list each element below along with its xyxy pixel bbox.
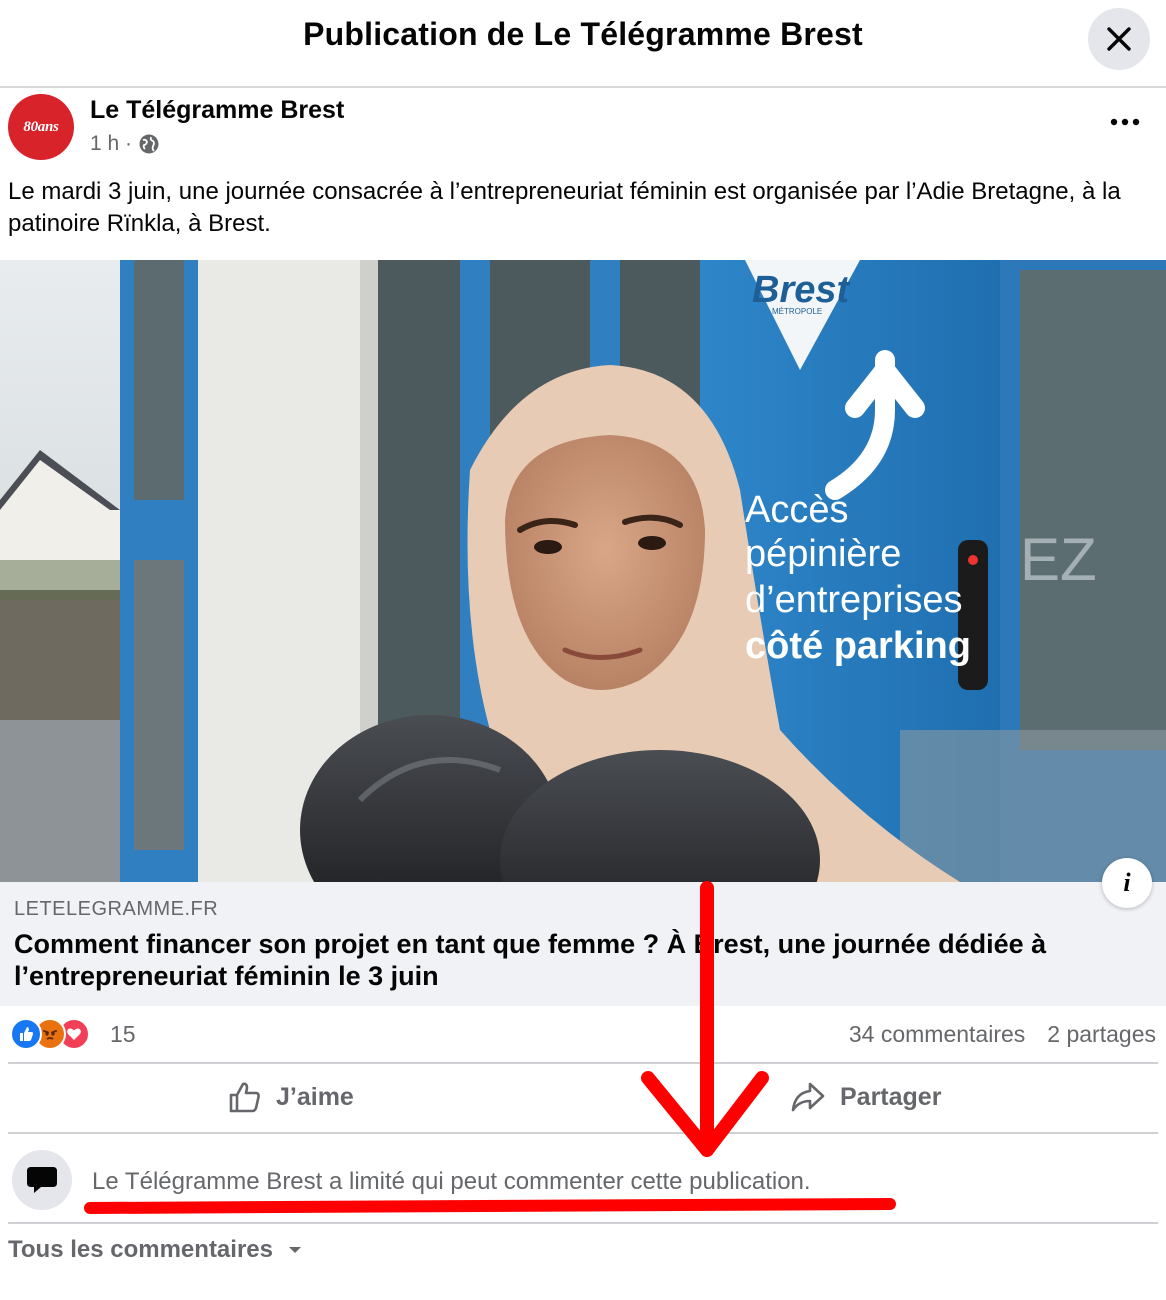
close-button[interactable] xyxy=(1088,8,1150,70)
comment-restriction-text: Le Télégramme Brest a limité qui peut co… xyxy=(92,1168,811,1195)
post-options-button[interactable] xyxy=(1110,112,1140,132)
more-dots-icon xyxy=(1110,118,1140,126)
link-caption[interactable]: LETELEGRAMME.FR Comment financer son pro… xyxy=(0,882,1166,1006)
post-header: 80ans Le Télégramme Brest 1 h · xyxy=(0,90,1166,170)
divider xyxy=(8,1062,1158,1064)
page-name-link[interactable]: Le Télégramme Brest xyxy=(90,96,344,125)
shares-count-link[interactable]: 2 partages xyxy=(1047,1021,1156,1048)
sign-brand-text: Brest xyxy=(752,269,850,311)
engagement-stats: 34 commentaires 2 partages xyxy=(849,1021,1156,1048)
caret-down-icon xyxy=(288,1247,301,1253)
sign-line-3: d’entreprises xyxy=(745,579,963,621)
thumbs-up-icon xyxy=(229,1082,260,1113)
link-preview-image[interactable]: Brest MÉTROPOLE Accès pépinière d’entrep… xyxy=(0,260,1166,882)
like-label: J’aime xyxy=(276,1082,354,1111)
dialog-title: Publication de Le Télégramme Brest xyxy=(303,16,863,52)
page-avatar[interactable]: 80ans xyxy=(8,94,74,160)
like-button[interactable]: J’aime xyxy=(228,1080,354,1114)
comment-restriction-notice: Le Télégramme Brest a limité qui peut co… xyxy=(0,1140,1166,1220)
comments-filter-dropdown[interactable]: Tous les commentaires xyxy=(8,1236,303,1264)
globe-icon xyxy=(139,134,159,154)
link-domain: LETELEGRAMME.FR xyxy=(14,898,219,920)
comments-filter-label: Tous les commentaires xyxy=(8,1236,273,1263)
reaction-icons[interactable] xyxy=(10,1018,106,1050)
reaction-count[interactable]: 15 xyxy=(110,1021,136,1048)
speech-bubble-icon xyxy=(27,1167,57,1193)
comments-count-link[interactable]: 34 commentaires xyxy=(849,1021,1025,1048)
close-icon xyxy=(1107,27,1131,51)
share-button[interactable]: Partager xyxy=(790,1080,941,1114)
share-label: Partager xyxy=(840,1082,942,1111)
sign-line-2: pépinière xyxy=(745,533,901,575)
post-actions: J’aime Partager xyxy=(0,1066,1166,1132)
comment-bubble xyxy=(12,1150,72,1210)
share-icon xyxy=(791,1082,825,1112)
article-photo: Brest MÉTROPOLE Accès pépinière d’entrep… xyxy=(0,260,1166,882)
link-title[interactable]: Comment financer son projet en tant que … xyxy=(14,928,1144,992)
info-button[interactable]: i xyxy=(1102,858,1152,908)
divider xyxy=(8,1222,1158,1224)
dialog-header: Publication de Le Télégramme Brest xyxy=(0,0,1166,88)
sign-line-1: Accès xyxy=(745,489,848,531)
sign-line-4: côté parking xyxy=(745,625,971,667)
like-reaction-icon xyxy=(10,1018,42,1050)
post-message: Le mardi 3 juin, une journée consacrée à… xyxy=(8,178,1121,237)
divider xyxy=(8,1132,1158,1134)
door-decal-text: EZ xyxy=(1020,526,1097,593)
avatar-logo-text: 80ans xyxy=(23,118,59,135)
reactions-summary: 15 34 commentaires 2 partages xyxy=(0,1012,1166,1058)
sign-brand-subtext: MÉTROPOLE xyxy=(772,307,822,316)
post-meta: 1 h · xyxy=(90,132,160,156)
post-timestamp[interactable]: 1 h · xyxy=(90,132,132,156)
